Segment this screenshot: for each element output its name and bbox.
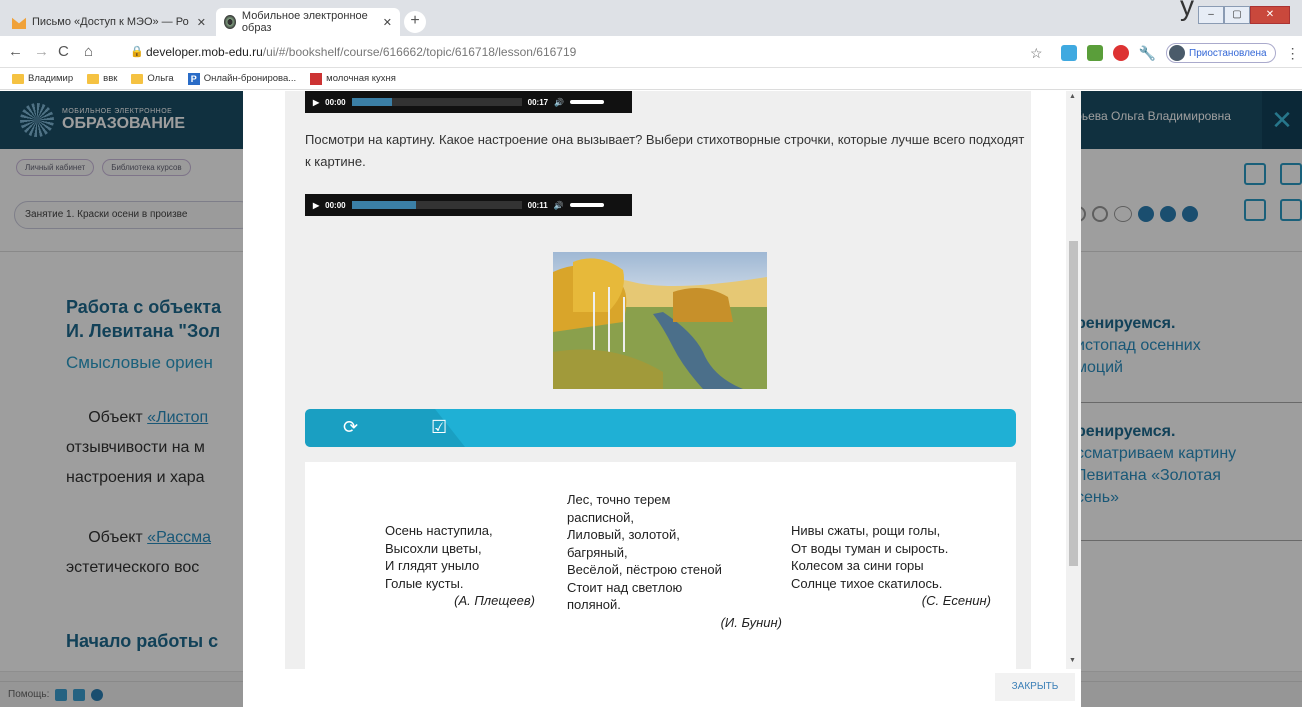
checkbox-icon[interactable]: ☑ [431,417,447,438]
poem-line: поляной. [567,597,621,612]
bookmark-label: ввк [103,73,118,84]
tab-mobile-edu[interactable]: Мобильное электронное образ ✕ [216,8,400,36]
modal-content: ▶ 00:00 00:17 🔊 Посмотри на картину. Как… [285,91,1031,669]
scrollbar-thumb[interactable] [1069,241,1078,566]
browser-tabbar: Письмо «Доступ к МЭО» — Ро ✕ Мобильное э… [0,0,1302,36]
audio-player[interactable]: ▶ 00:00 00:11 🔊 [305,194,632,216]
question-text: Посмотри на картину. Какое настроение он… [305,132,1025,169]
volume-slider[interactable] [569,203,604,207]
bookmarks-bar: Владимир ввк Ольга P Онлайн-бронирова... … [0,68,1302,90]
folder-icon [12,73,24,84]
extension-key-icon[interactable]: 🔧 [1139,45,1156,62]
new-tab-button[interactable]: + [404,11,426,33]
back-icon[interactable]: ← [8,43,23,60]
overflow-glyph: у [1180,0,1194,21]
bookmark-item[interactable]: P Онлайн-бронирова... [187,72,297,85]
mail-icon [12,17,26,29]
poem-line: расписной, [567,509,635,525]
tab-mail[interactable]: Письмо «Доступ к МЭО» — Ро ✕ [4,8,214,36]
poem-line: Лиловый, золотой, [567,527,680,542]
scroll-up-icon[interactable]: ▲ [1069,93,1076,100]
audio-progress[interactable] [351,98,522,106]
avatar [1169,45,1185,61]
address-bar: ← → C ⌂ 🔒 developer.mob-edu.ru/ui/#/book… [0,36,1302,68]
audio-progress[interactable] [351,201,522,209]
pdf-favicon-icon [310,72,323,85]
booking-favicon-icon: P [187,72,200,85]
poem-option[interactable]: Лес, точно терем расписной, Лиловый, зол… [567,491,782,631]
poem-line: Стоит над светлою [567,579,683,595]
scroll-down-icon[interactable]: ▼ [1069,657,1076,664]
window-close-icon[interactable]: ✕ [1250,6,1290,24]
audio-duration: 00:17 [527,97,549,107]
menu-icon[interactable]: ⋮ [1286,45,1300,62]
url-path: /ui/#/bookshelf/course/616662/topic/6167… [262,45,577,59]
close-tab-icon[interactable]: ✕ [383,16,392,29]
url-input[interactable]: 🔒 developer.mob-edu.ru/ui/#/bookshelf/co… [126,41,1056,63]
poem-line: Лес, точно терем [567,492,671,507]
star-icon[interactable]: ☆ [1030,45,1043,62]
audio-time: 00:00 [325,97,346,107]
folder-icon [87,73,100,84]
poem-line: Весёлой, пёстрою стеной [567,562,722,577]
audio-player[interactable]: ▶ 00:00 00:17 🔊 [305,91,632,113]
bookmark-item[interactable]: Владимир [12,73,73,84]
extension-icon[interactable] [1112,45,1129,61]
poem-line: От воды туман и сырость. [791,540,949,556]
toolbar-right: ☆ 🔧 Приостановлена ⋮ [1030,43,1300,63]
bookmark-item[interactable]: Ольга [131,73,174,84]
poem-line: Нивы сжаты, рощи голы, [791,523,941,538]
answers-area: Осень наступила, Высохли цветы, И глядят… [305,462,1016,669]
bookmark-item[interactable]: ввк [87,73,117,84]
poem-author: (И. Бунин) [720,614,782,630]
poem-line: И глядят уныло [385,558,480,573]
profile-label: Приостановлена [1189,47,1267,59]
play-icon[interactable]: ▶ [313,98,319,107]
lock-icon: 🔒 [130,46,144,58]
minimize-icon[interactable]: – [1198,6,1224,24]
painting-image [553,252,767,389]
poem-line: Солнце тихое скатилось. [791,575,943,591]
url-host: developer.mob-edu.ru [146,45,263,59]
poem-option[interactable]: Нивы сжаты, рощи голы, От воды туман и с… [791,522,991,610]
poem-line: Осень наступила, [385,523,493,538]
tab-title: Письмо «Доступ к МЭО» — Ро [32,16,189,28]
site-favicon-icon [224,15,236,29]
bookmark-label: Владимир [28,73,74,84]
poem-option[interactable]: Осень наступила, Высохли цветы, И глядят… [385,522,535,610]
play-icon[interactable]: ▶ [313,201,319,210]
refresh-icon[interactable]: ⟳ [343,417,358,438]
audio-time: 00:00 [325,200,346,210]
volume-icon[interactable]: 🔊 [554,98,564,107]
poem-line: багряный, [567,544,628,560]
bookmark-label: Онлайн-бронирова... [203,73,297,84]
tab-title: Мобильное электронное образ [241,10,368,34]
exercise-modal: ▶ 00:00 00:17 🔊 Посмотри на картину. Как… [243,91,1081,707]
bookmark-label: молочная кухня [326,73,396,84]
poem-author: (А. Плещеев) [454,593,535,608]
reload-icon[interactable]: C [58,43,69,60]
forward-icon[interactable]: → [34,43,49,60]
close-button[interactable]: ЗАКРЫТЬ [995,673,1075,701]
close-tab-icon[interactable]: ✕ [197,16,206,29]
poem-line: Колесом за сини горы [791,558,924,573]
bookmark-item[interactable]: молочная кухня [310,72,396,85]
profile-button[interactable]: Приостановлена [1166,43,1276,63]
poem-line: Высохли цветы, [385,540,482,556]
window-controls: – ▢ ✕ [1198,6,1290,24]
home-icon[interactable]: ⌂ [84,43,93,60]
maximize-icon[interactable]: ▢ [1224,6,1250,24]
folder-icon [131,73,144,84]
vertical-scrollbar[interactable]: ▲ ▼ [1066,91,1081,669]
exercise-toolbar: ⟳ ☑ [305,409,1016,447]
audio-duration: 00:11 [527,200,548,210]
poem-line: Голые кусты. [385,575,464,591]
volume-icon[interactable]: 🔊 [554,201,564,210]
extension-icon[interactable] [1086,45,1103,61]
extension-icon[interactable] [1060,45,1077,61]
poem-author: (С. Есенин) [921,593,991,608]
volume-slider[interactable] [570,100,605,104]
bookmark-label: Ольга [147,73,174,84]
